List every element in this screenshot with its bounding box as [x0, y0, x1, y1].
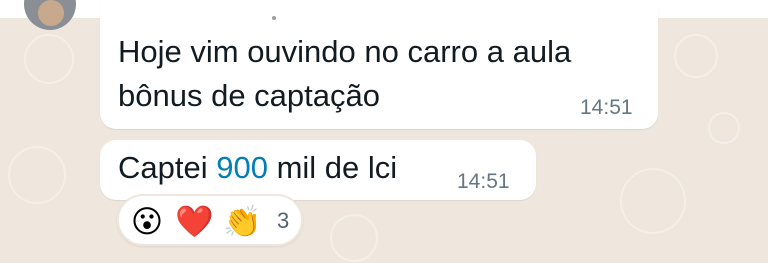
background-doodle-icon: [330, 214, 378, 262]
message-suffix: mil de lci: [267, 150, 398, 185]
highlighted-number[interactable]: 900: [216, 150, 268, 185]
message-line-1: Hoje vim ouvindo no carro a aula: [118, 34, 572, 69]
background-doodle-icon: [620, 168, 686, 234]
background-doodle-icon: [24, 34, 74, 84]
background-doodle-icon: [8, 146, 66, 204]
background-doodle-icon: [674, 34, 718, 78]
message-text-1: Hoje vim ouvindo no carro a aula bônus d…: [118, 30, 571, 118]
clapping-hands-icon[interactable]: 👏: [223, 204, 262, 240]
red-heart-icon[interactable]: ❤️: [175, 204, 214, 240]
message-line-2: bônus de captação: [118, 78, 380, 113]
message-time-1: 14:51: [580, 96, 633, 119]
reaction-pill[interactable]: 😮 ❤️ 👏 3: [117, 194, 303, 246]
message-text-2: Captei 900 mil de lci: [118, 146, 397, 190]
menu-dot-icon: [272, 16, 276, 20]
background-doodle-icon: [708, 112, 740, 144]
astonished-face-icon[interactable]: 😮: [129, 204, 165, 240]
avatar-icon: [38, 0, 64, 26]
reaction-count: 3: [277, 208, 290, 233]
message-prefix: Captei: [118, 150, 217, 185]
message-time-2: 14:51: [457, 170, 510, 193]
